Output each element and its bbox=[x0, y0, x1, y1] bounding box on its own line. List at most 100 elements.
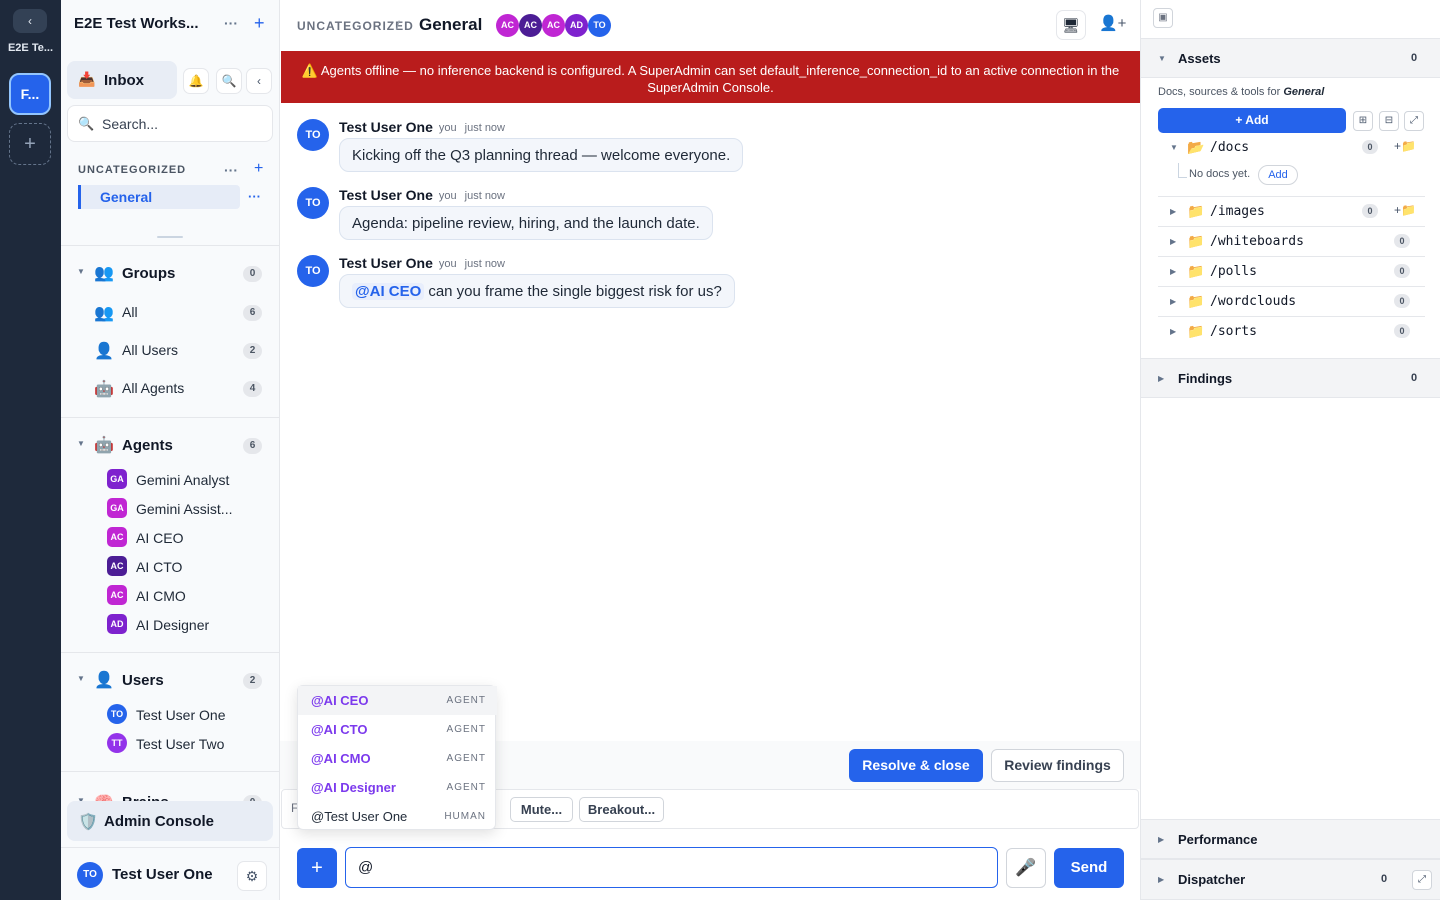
folder-row[interactable]: ▶ 📁 /wordclouds 0 bbox=[1158, 288, 1425, 316]
workspace-add-icon[interactable]: + bbox=[254, 13, 265, 34]
mention-option[interactable]: @Test User One HUMAN bbox=[298, 802, 497, 831]
sidebar-item-all[interactable]: 👥 All 6 bbox=[61, 300, 279, 324]
dispatcher-section-header[interactable]: ▶ Dispatcher 0 ⤢ bbox=[1141, 859, 1440, 900]
sidebar-item-general[interactable]: General bbox=[78, 185, 240, 209]
message-author[interactable]: Test User One bbox=[339, 187, 433, 203]
message-input[interactable] bbox=[345, 847, 998, 888]
divider bbox=[1158, 316, 1425, 317]
folder-icon: 📁 bbox=[1187, 203, 1205, 219]
search-icon[interactable]: 🔍 bbox=[216, 68, 242, 94]
inbox-icon: 📥 bbox=[78, 71, 96, 87]
sidebar-item-agent[interactable]: GA Gemini Analyst bbox=[61, 468, 279, 490]
member-avatar[interactable]: AC bbox=[519, 14, 542, 37]
sidebar-item-agent[interactable]: AC AI CTO bbox=[61, 555, 279, 577]
add-to-folder-icon[interactable]: +📁 bbox=[1394, 139, 1416, 153]
collapse-sidebar-icon[interactable]: ‹ bbox=[246, 68, 272, 94]
list-view-icon[interactable]: ⊟ bbox=[1379, 111, 1399, 131]
sidebar-item-agent[interactable]: AD AI Designer bbox=[61, 613, 279, 635]
performance-section-header[interactable]: ▶ Performance bbox=[1141, 819, 1440, 859]
workspace-more-icon[interactable]: ··· bbox=[224, 15, 238, 31]
admin-console-button[interactable]: 🛡️ Admin Console bbox=[67, 801, 273, 841]
microphone-icon[interactable]: 🎤 bbox=[1006, 848, 1046, 888]
message-time: just now bbox=[464, 258, 505, 270]
category-heading[interactable]: UNCATEGORIZED bbox=[78, 164, 186, 176]
mention-tag[interactable]: @AI CEO bbox=[352, 283, 425, 300]
performance-label: Performance bbox=[1178, 832, 1258, 847]
mention-option-label: @Test User One bbox=[311, 809, 408, 824]
dispatcher-count: 0 bbox=[1381, 873, 1388, 885]
composer-add-button[interactable]: + bbox=[297, 848, 337, 888]
tree-connector bbox=[1178, 163, 1187, 178]
grid-view-icon[interactable]: ⊞ bbox=[1353, 111, 1373, 131]
user-icon: 👤 bbox=[94, 343, 114, 360]
sidebar-item-agent[interactable]: AC AI CEO bbox=[61, 526, 279, 548]
avatar[interactable]: TO bbox=[297, 119, 329, 151]
folder-row[interactable]: ▶ 📁 /images 0 +📁 bbox=[1158, 198, 1425, 226]
sidebar-item-agent[interactable]: GA Gemini Assist... bbox=[61, 497, 279, 519]
findings-section-header[interactable]: ▶ Findings 0 bbox=[1141, 358, 1440, 398]
message-author[interactable]: Test User One bbox=[339, 119, 433, 135]
member-avatar[interactable]: AC bbox=[496, 14, 519, 37]
folder-row[interactable]: ▶ 📁 /whiteboards 0 bbox=[1158, 228, 1425, 256]
breakout-chip[interactable]: Breakout... bbox=[579, 797, 664, 822]
user-label: Test User One bbox=[136, 707, 226, 723]
member-avatar[interactable]: AD bbox=[565, 14, 588, 37]
groups-section-header[interactable]: ▼ 👥 Groups 0 bbox=[61, 261, 279, 285]
workspace-title[interactable]: E2E Test Works... bbox=[74, 15, 199, 32]
collapse-rail-button[interactable]: ‹ bbox=[13, 9, 47, 33]
add-user-icon[interactable]: 👤+ bbox=[1099, 14, 1126, 32]
workspace-switch-button[interactable]: F... bbox=[9, 73, 51, 115]
mention-option[interactable]: @AI CTO AGENT bbox=[298, 715, 497, 744]
folder-icon: 📁 bbox=[1187, 233, 1205, 249]
category-more-icon[interactable]: ··· bbox=[224, 162, 238, 178]
users-section-header[interactable]: ▼ 👤 Users 2 bbox=[61, 668, 279, 692]
review-findings-button[interactable]: Review findings bbox=[991, 749, 1124, 782]
member-avatar[interactable]: TO bbox=[588, 14, 611, 37]
add-asset-button[interactable]: + Add bbox=[1158, 108, 1346, 133]
member-avatar[interactable]: AC bbox=[542, 14, 565, 37]
sidebar-item-all-users[interactable]: 👤 All Users 2 bbox=[61, 338, 279, 362]
sidebar-item-all-agents[interactable]: 🤖 All Agents 4 bbox=[61, 376, 279, 400]
sidebar-item-user[interactable]: TO Test User One bbox=[61, 703, 279, 725]
inbox-button[interactable]: 📥 Inbox bbox=[67, 61, 177, 99]
mute-chip[interactable]: Mute... bbox=[510, 797, 573, 822]
folder-name: /sorts bbox=[1210, 324, 1257, 339]
folder-count: 0 bbox=[1394, 294, 1410, 308]
resolve-close-button[interactable]: Resolve & close bbox=[849, 749, 983, 782]
mention-option[interactable]: @AI CMO AGENT bbox=[298, 744, 497, 773]
avatar: AC bbox=[107, 556, 127, 576]
group-label: All Users bbox=[122, 342, 179, 358]
sidebar-item-user[interactable]: TT Test User Two bbox=[61, 732, 279, 754]
message-author[interactable]: Test User One bbox=[339, 255, 433, 271]
avatar[interactable]: TO bbox=[77, 862, 103, 888]
mention-option[interactable]: @AI Designer AGENT bbox=[298, 773, 497, 802]
divider bbox=[61, 417, 279, 418]
current-user-name[interactable]: Test User One bbox=[112, 866, 213, 883]
sidebar-search-input[interactable] bbox=[102, 114, 267, 134]
expand-icon[interactable]: ⤢ bbox=[1412, 870, 1432, 890]
resize-grip[interactable] bbox=[157, 236, 183, 238]
send-button[interactable]: Send bbox=[1054, 848, 1124, 888]
add-doc-button[interactable]: Add bbox=[1258, 165, 1298, 185]
add-channel-icon[interactable]: + bbox=[254, 160, 263, 178]
expand-icon[interactable]: ⤢ bbox=[1404, 111, 1424, 131]
channel-more-icon[interactable]: ··· bbox=[248, 189, 261, 204]
mention-option[interactable]: @AI CEO AGENT bbox=[298, 686, 497, 715]
gear-icon[interactable]: ⚙ bbox=[237, 861, 267, 891]
folder-name: /polls bbox=[1210, 264, 1257, 279]
avatar[interactable]: TO bbox=[297, 187, 329, 219]
agents-section-header[interactable]: ▼ 🤖 Agents 6 bbox=[61, 433, 279, 457]
sidebar-item-agent[interactable]: AC AI CMO bbox=[61, 584, 279, 606]
add-to-folder-icon[interactable]: +📁 bbox=[1394, 203, 1416, 217]
folder-row[interactable]: ▼ 📂 /docs 0 +📁 bbox=[1158, 134, 1425, 162]
folder-name: /wordclouds bbox=[1210, 294, 1297, 309]
folder-row[interactable]: ▶ 📁 /sorts 0 bbox=[1158, 318, 1425, 346]
folder-row[interactable]: ▶ 📁 /polls 0 bbox=[1158, 258, 1425, 286]
panel-toggle-icon[interactable]: ▣ bbox=[1153, 8, 1173, 28]
monitor-icon[interactable]: 🖥 bbox=[1056, 10, 1086, 40]
avatar[interactable]: TO bbox=[297, 255, 329, 287]
add-workspace-button[interactable]: + bbox=[9, 123, 51, 165]
caret-right-icon: ▶ bbox=[1170, 297, 1177, 306]
bell-icon[interactable]: 🔔 bbox=[183, 68, 209, 94]
assets-section-header[interactable]: ▼ Assets 0 bbox=[1141, 38, 1440, 78]
